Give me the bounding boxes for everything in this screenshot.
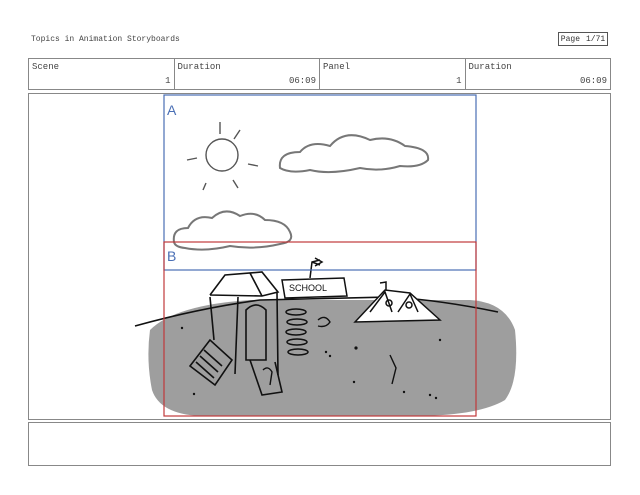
frame-b-label: B: [167, 248, 176, 264]
frame-a: [163, 94, 477, 271]
frame-a-label: A: [167, 102, 177, 118]
cloud-left: [172, 210, 293, 251]
school-sign: SCHOOL: [289, 283, 327, 293]
sun-icon: [186, 122, 259, 191]
storyboard-sketch: SCHOOL A B: [134, 94, 517, 417]
cloud-right: [278, 134, 430, 174]
ground-shape: [148, 300, 517, 416]
